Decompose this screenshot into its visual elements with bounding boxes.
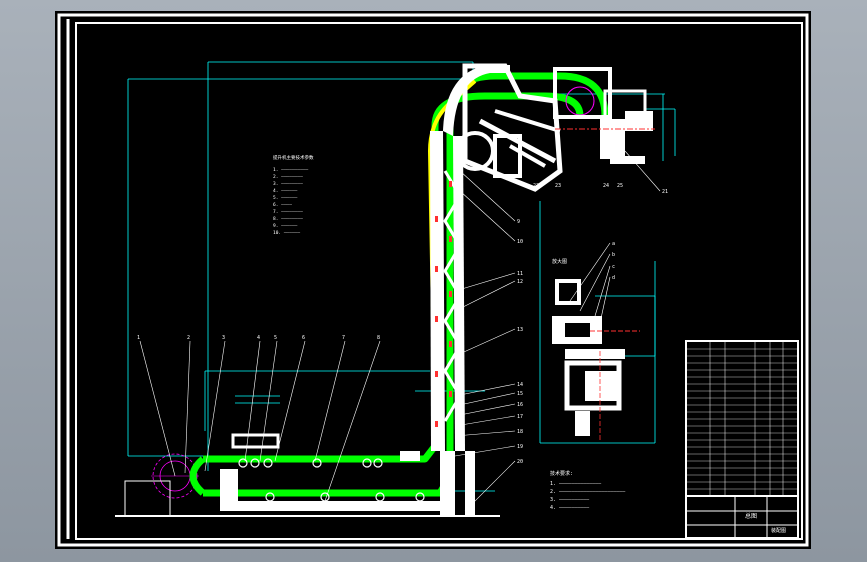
drawing-sheet[interactable]: 123 456 78 9 10 11 12 13 14 15 16 17 18 … xyxy=(55,11,811,549)
svg-text:2. ——————————————————————: 2. —————————————————————— xyxy=(550,489,626,495)
svg-text:10: 10 xyxy=(517,239,523,245)
svg-text:1: 1 xyxy=(137,335,140,341)
svg-text:8. ————————: 8. ———————— xyxy=(273,216,303,222)
part-numbers-left: 1 2 3 4 5 6 7 8 xyxy=(137,335,380,341)
svg-text:18: 18 xyxy=(517,429,523,435)
leader-lines-left xyxy=(139,340,381,502)
svg-text:2. ————————: 2. ———————— xyxy=(273,174,303,180)
head-drive xyxy=(455,63,655,192)
svg-text:6. ————: 6. ———— xyxy=(273,202,292,208)
svg-text:3. ——————————: 3. —————————— xyxy=(550,497,590,503)
cad-viewport[interactable]: 123 456 78 9 10 11 12 13 14 15 16 17 18 … xyxy=(0,0,867,562)
svg-text:a: a xyxy=(612,241,615,247)
svg-text:技术要求:: 技术要求: xyxy=(550,470,573,477)
svg-text:15: 15 xyxy=(517,391,523,397)
svg-text:7: 7 xyxy=(342,335,345,341)
green-chain-outer xyxy=(203,72,609,497)
svg-text:10. ——————: 10. —————— xyxy=(273,230,300,236)
svg-text:21: 21 xyxy=(662,189,668,195)
title-block: 总图 装配图 xyxy=(685,495,799,539)
spec-notes: 提升机主要技术参数 1. —————————— 2. ———————— 3. —… xyxy=(273,154,314,236)
svg-text:13: 13 xyxy=(517,327,523,333)
svg-text:24: 24 xyxy=(603,183,609,189)
svg-text:1. ——————————: 1. —————————— xyxy=(273,167,309,173)
drawing-canvas[interactable]: 123 456 78 91011 121314 151617 181920 21… xyxy=(55,11,811,549)
svg-text:c: c xyxy=(612,264,615,270)
svg-text:5. ——————: 5. —————— xyxy=(273,195,298,201)
svg-text:d: d xyxy=(612,275,615,281)
svg-text:6: 6 xyxy=(302,335,305,341)
svg-text:7. ————————: 7. ———————— xyxy=(273,209,303,215)
svg-text:3. ————————: 3. ———————— xyxy=(273,181,303,187)
svg-text:5: 5 xyxy=(274,335,277,341)
svg-text:22: 22 xyxy=(533,183,539,189)
svg-text:提升机主要技术参数: 提升机主要技术参数 xyxy=(273,154,314,161)
svg-text:14: 14 xyxy=(517,382,523,388)
parts-list xyxy=(685,340,799,497)
svg-text:放大图: 放大图 xyxy=(552,258,567,265)
svg-text:11: 11 xyxy=(517,271,523,277)
svg-text:1. ——————————————: 1. —————————————— xyxy=(550,481,602,487)
dimension-lines xyxy=(127,61,676,492)
svg-text:4. ——————————: 4. —————————— xyxy=(550,505,590,511)
technical-requirements: 技术要求: 1. —————————————— 2. —————————————… xyxy=(550,470,626,511)
detail-view: 放大图 ab cd xyxy=(552,241,640,441)
svg-text:25: 25 xyxy=(617,183,623,189)
svg-text:17: 17 xyxy=(517,414,523,420)
svg-text:装配图: 装配图 xyxy=(771,527,786,534)
tail-pulley xyxy=(124,453,199,517)
svg-text:8: 8 xyxy=(377,335,380,341)
svg-text:9. ——————: 9. —————— xyxy=(273,223,298,229)
svg-text:20: 20 xyxy=(517,459,523,465)
svg-text:总图: 总图 xyxy=(745,512,757,520)
svg-text:12: 12 xyxy=(517,279,523,285)
inlet-hopper xyxy=(231,433,280,449)
svg-text:16: 16 xyxy=(517,402,523,408)
svg-text:b: b xyxy=(612,252,615,258)
svg-text:9: 9 xyxy=(517,219,520,225)
svg-text:2: 2 xyxy=(187,335,190,341)
svg-text:4: 4 xyxy=(257,335,260,341)
svg-text:23: 23 xyxy=(555,183,561,189)
svg-text:19: 19 xyxy=(517,444,523,450)
svg-text:3: 3 xyxy=(222,335,225,341)
svg-text:4. ——————: 4. —————— xyxy=(273,188,298,194)
